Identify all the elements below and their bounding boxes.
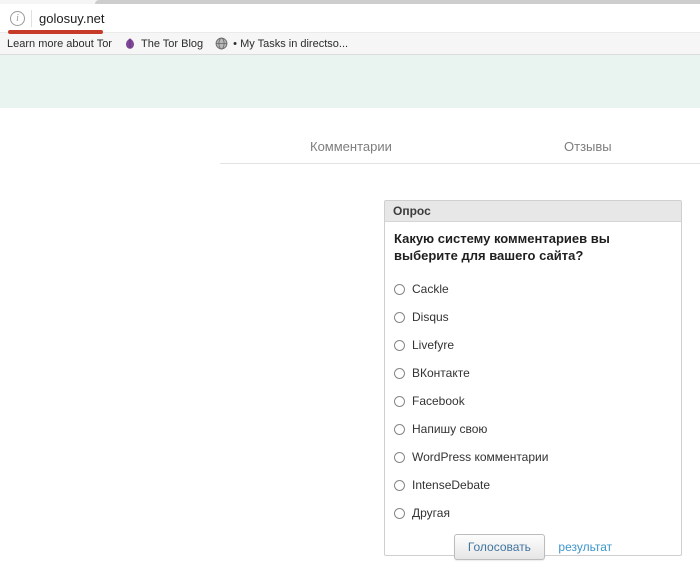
tabs-divider (220, 163, 700, 164)
radio-button-icon[interactable] (394, 396, 405, 407)
poll-option-label: Disqus (412, 310, 449, 324)
poll-option-label: Livefyre (412, 338, 454, 352)
globe-icon (215, 37, 228, 50)
red-annotation-underline (8, 30, 103, 34)
url-text[interactable]: golosuy.net (39, 11, 105, 26)
radio-button-icon[interactable] (394, 312, 405, 323)
radio-button-icon[interactable] (394, 424, 405, 435)
poll-option-label: Facebook (412, 394, 465, 408)
poll-option-label: ВКонтакте (412, 366, 470, 380)
tab-comments[interactable]: Комментарии (310, 139, 392, 154)
bookmark-learn-more-about-tor[interactable]: Learn more about Tor (7, 38, 112, 50)
poll-footer: Голосовать результат (394, 534, 672, 560)
address-bar-divider (31, 10, 32, 27)
poll-option[interactable]: ВКонтакте (394, 359, 672, 387)
poll-option-label: WordPress комментарии (412, 450, 548, 464)
poll-widget: Опрос Какую систему комментариев вы выбе… (384, 200, 682, 556)
poll-option[interactable]: WordPress комментарии (394, 443, 672, 471)
poll-option[interactable]: Livefyre (394, 331, 672, 359)
bookmark-label: Learn more about Tor (7, 38, 112, 50)
poll-option-label: IntenseDebate (412, 478, 490, 492)
radio-button-icon[interactable] (394, 284, 405, 295)
poll-option[interactable]: Напишу свою (394, 415, 672, 443)
bookmark-label: • My Tasks in directso... (233, 38, 348, 50)
radio-button-icon[interactable] (394, 340, 405, 351)
poll-header: Опрос (385, 201, 681, 222)
poll-option[interactable]: Disqus (394, 303, 672, 331)
tor-onion-icon (124, 37, 136, 50)
poll-options: Cackle Disqus Livefyre ВКонтакте Facebook Нап… (394, 275, 672, 527)
result-link[interactable]: результат (558, 540, 612, 554)
radio-button-icon[interactable] (394, 452, 405, 463)
poll-option[interactable]: Cackle (394, 275, 672, 303)
poll-option-label: Другая (412, 506, 450, 520)
tab-reviews[interactable]: Отзывы (564, 139, 612, 154)
radio-button-icon[interactable] (394, 368, 405, 379)
poll-option[interactable]: Другая (394, 499, 672, 527)
poll-body: Какую систему комментариев вы выберите д… (385, 222, 681, 560)
browser-window: i golosuy.net Learn more about Tor The T… (0, 0, 700, 584)
page-hero-band (0, 55, 700, 108)
radio-button-icon[interactable] (394, 508, 405, 519)
vote-button[interactable]: Голосовать (454, 534, 545, 560)
poll-option-label: Cackle (412, 282, 449, 296)
bookmark-label: The Tor Blog (141, 38, 203, 50)
poll-option[interactable]: Facebook (394, 387, 672, 415)
bookmarks-bar: Learn more about Tor The Tor Blog • My T… (0, 33, 700, 55)
poll-option-label: Напишу свою (412, 422, 487, 436)
radio-button-icon[interactable] (394, 480, 405, 491)
poll-question: Какую систему комментариев вы выберите д… (394, 230, 670, 264)
site-info-icon[interactable]: i (10, 11, 25, 26)
address-bar[interactable]: i golosuy.net (0, 4, 700, 33)
poll-option[interactable]: IntenseDebate (394, 471, 672, 499)
bookmark-my-tasks[interactable]: • My Tasks in directso... (215, 37, 348, 50)
bookmark-the-tor-blog[interactable]: The Tor Blog (124, 37, 203, 50)
